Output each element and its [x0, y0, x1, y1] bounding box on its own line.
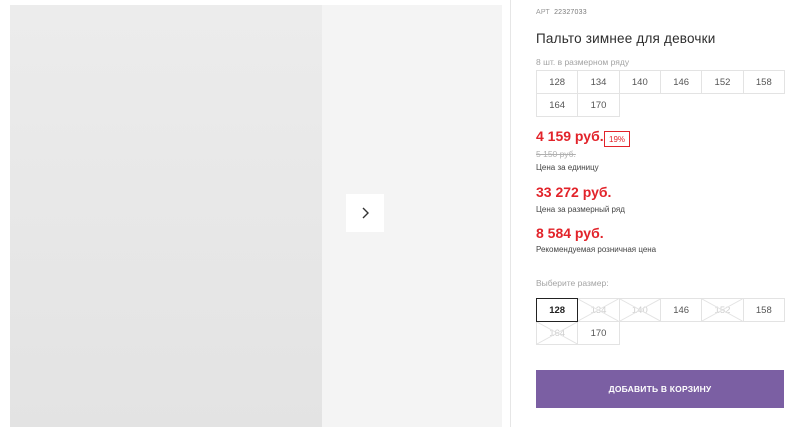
size-picker: 128 134 140 146 152 158 164 170	[536, 298, 785, 345]
size-option-128[interactable]: 128	[536, 298, 579, 322]
pack-size-cell: 134	[577, 70, 620, 94]
unit-price: 4 159 руб.	[536, 128, 604, 144]
product-title: Пальто зимнее для девочки	[536, 31, 716, 46]
row-price-label: Цена за размерный ряд	[536, 205, 625, 214]
pack-size-cell: 140	[618, 70, 661, 94]
unit-price-label: Цена за единицу	[536, 163, 599, 172]
article-number: АРТ 22327033	[536, 9, 587, 16]
unavailable-cross-icon	[702, 299, 743, 321]
pack-size-grid: 128 134 140 146 152 158 164 170	[536, 70, 785, 117]
size-option-164: 164	[536, 321, 579, 345]
choose-size-label: Выберите размер:	[536, 278, 609, 288]
pack-size-cell: 152	[701, 70, 744, 94]
pack-size-cell: 128	[536, 70, 579, 94]
unavailable-cross-icon	[619, 299, 660, 321]
article-label: АРТ	[536, 9, 550, 16]
size-option-140: 140	[618, 298, 661, 322]
unavailable-cross-icon	[578, 299, 619, 321]
row-price: 33 272 руб.	[536, 184, 612, 200]
add-to-cart-button[interactable]: ДОБАВИТЬ В КОРЗИНУ	[536, 370, 784, 408]
size-option-152: 152	[701, 298, 744, 322]
chevron-right-icon	[362, 207, 369, 219]
size-option-158[interactable]: 158	[742, 298, 785, 322]
product-photo[interactable]	[10, 5, 322, 427]
next-photo-button[interactable]	[346, 194, 384, 232]
pack-size-cell: 164	[536, 93, 579, 117]
article-value: 22327033	[554, 9, 587, 16]
unavailable-cross-icon	[537, 322, 578, 344]
old-price: 5 150 руб.	[536, 149, 576, 159]
product-info-panel: АРТ 22327033 Пальто зимнее для девочки 8…	[536, 0, 792, 427]
panel-divider	[510, 0, 511, 427]
size-option-146[interactable]: 146	[659, 298, 703, 322]
pack-size-cell: 170	[577, 93, 620, 117]
pack-size-cell: 146	[659, 70, 703, 94]
discount-badge: 19%	[604, 131, 631, 147]
size-option-134: 134	[577, 298, 620, 322]
product-gallery	[0, 0, 510, 427]
size-option-170[interactable]: 170	[577, 321, 620, 345]
pack-size-note: 8 шт. в размерном ряду	[536, 57, 630, 67]
pack-size-cell: 158	[742, 70, 785, 94]
retail-price: 8 584 руб.	[536, 225, 604, 241]
retail-price-label: Рекомендуемая розничная цена	[536, 245, 657, 254]
